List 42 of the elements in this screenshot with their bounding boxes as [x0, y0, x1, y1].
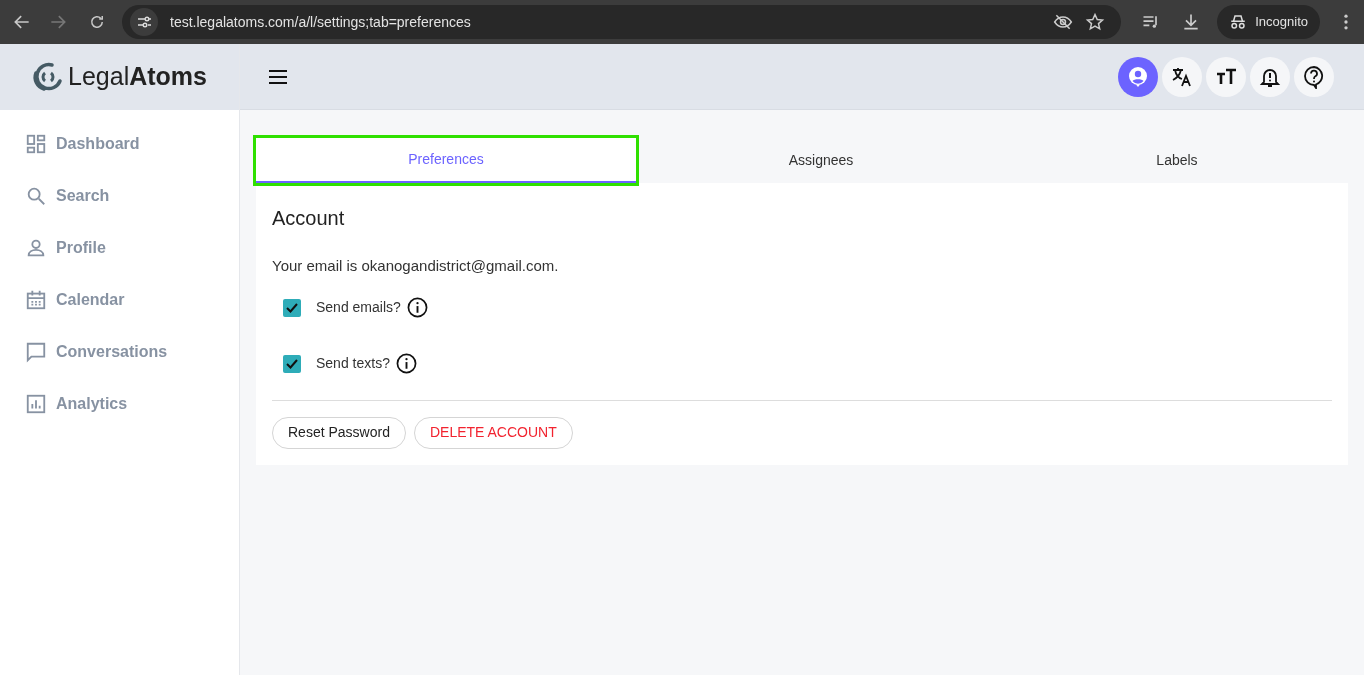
sidebar-item[interactable]: Search	[0, 170, 239, 222]
logo-icon	[32, 61, 64, 93]
tab[interactable]: Preferences	[256, 138, 636, 183]
checkbox-label: Send texts?	[316, 354, 390, 373]
sidebar-item[interactable]: Profile	[0, 222, 239, 274]
profile-icon	[25, 237, 47, 259]
search-icon	[25, 185, 47, 207]
address-bar[interactable]: test.legalatoms.com/a/l/settings;tab=preferences	[122, 5, 1122, 39]
help-button[interactable]	[1294, 56, 1334, 97]
email-text: Your email is okanogandistrict@gmail.com.	[272, 256, 560, 276]
account-icon	[1126, 64, 1150, 89]
site-settings-icon[interactable]	[130, 8, 158, 36]
logo-text: LegalAtoms	[68, 61, 207, 93]
calendar-icon	[25, 289, 47, 311]
incognito-badge[interactable]: Incognito	[1217, 5, 1320, 39]
tab[interactable]: Assignees	[636, 138, 1006, 183]
conversations-icon	[25, 341, 47, 363]
tab[interactable]: Labels	[1006, 138, 1348, 183]
checkbox[interactable]	[283, 298, 301, 317]
profile-label: Incognito	[1255, 13, 1308, 32]
account-button[interactable]	[1118, 56, 1158, 97]
info-icon[interactable]	[395, 353, 417, 374]
incognito-icon	[1229, 13, 1248, 31]
reload-icon[interactable]	[88, 13, 106, 31]
eye-crossed-icon[interactable]	[1053, 12, 1074, 32]
dashboard-icon	[25, 133, 47, 155]
checkbox[interactable]	[283, 354, 301, 373]
translate-button[interactable]	[1162, 56, 1202, 97]
sidebar-item[interactable]: Dashboard	[0, 118, 239, 170]
checkbox-label: Send emails?	[316, 298, 401, 317]
url-text: test.legalatoms.com/a/l/settings;tab=preferences	[170, 12, 472, 32]
sidebar-item[interactable]: Calendar	[0, 274, 239, 326]
bell-button[interactable]	[1250, 56, 1290, 97]
help-icon	[1302, 64, 1326, 89]
star-icon[interactable]	[1085, 12, 1106, 32]
sidebar-item[interactable]: Conversations	[0, 326, 239, 378]
analytics-icon	[25, 393, 47, 415]
section-title: Account	[272, 206, 346, 231]
text-size-button[interactable]	[1206, 56, 1246, 97]
sidebar-item[interactable]: Analytics	[0, 378, 239, 430]
menu-icon[interactable]	[268, 68, 288, 85]
info-icon[interactable]	[406, 297, 428, 318]
